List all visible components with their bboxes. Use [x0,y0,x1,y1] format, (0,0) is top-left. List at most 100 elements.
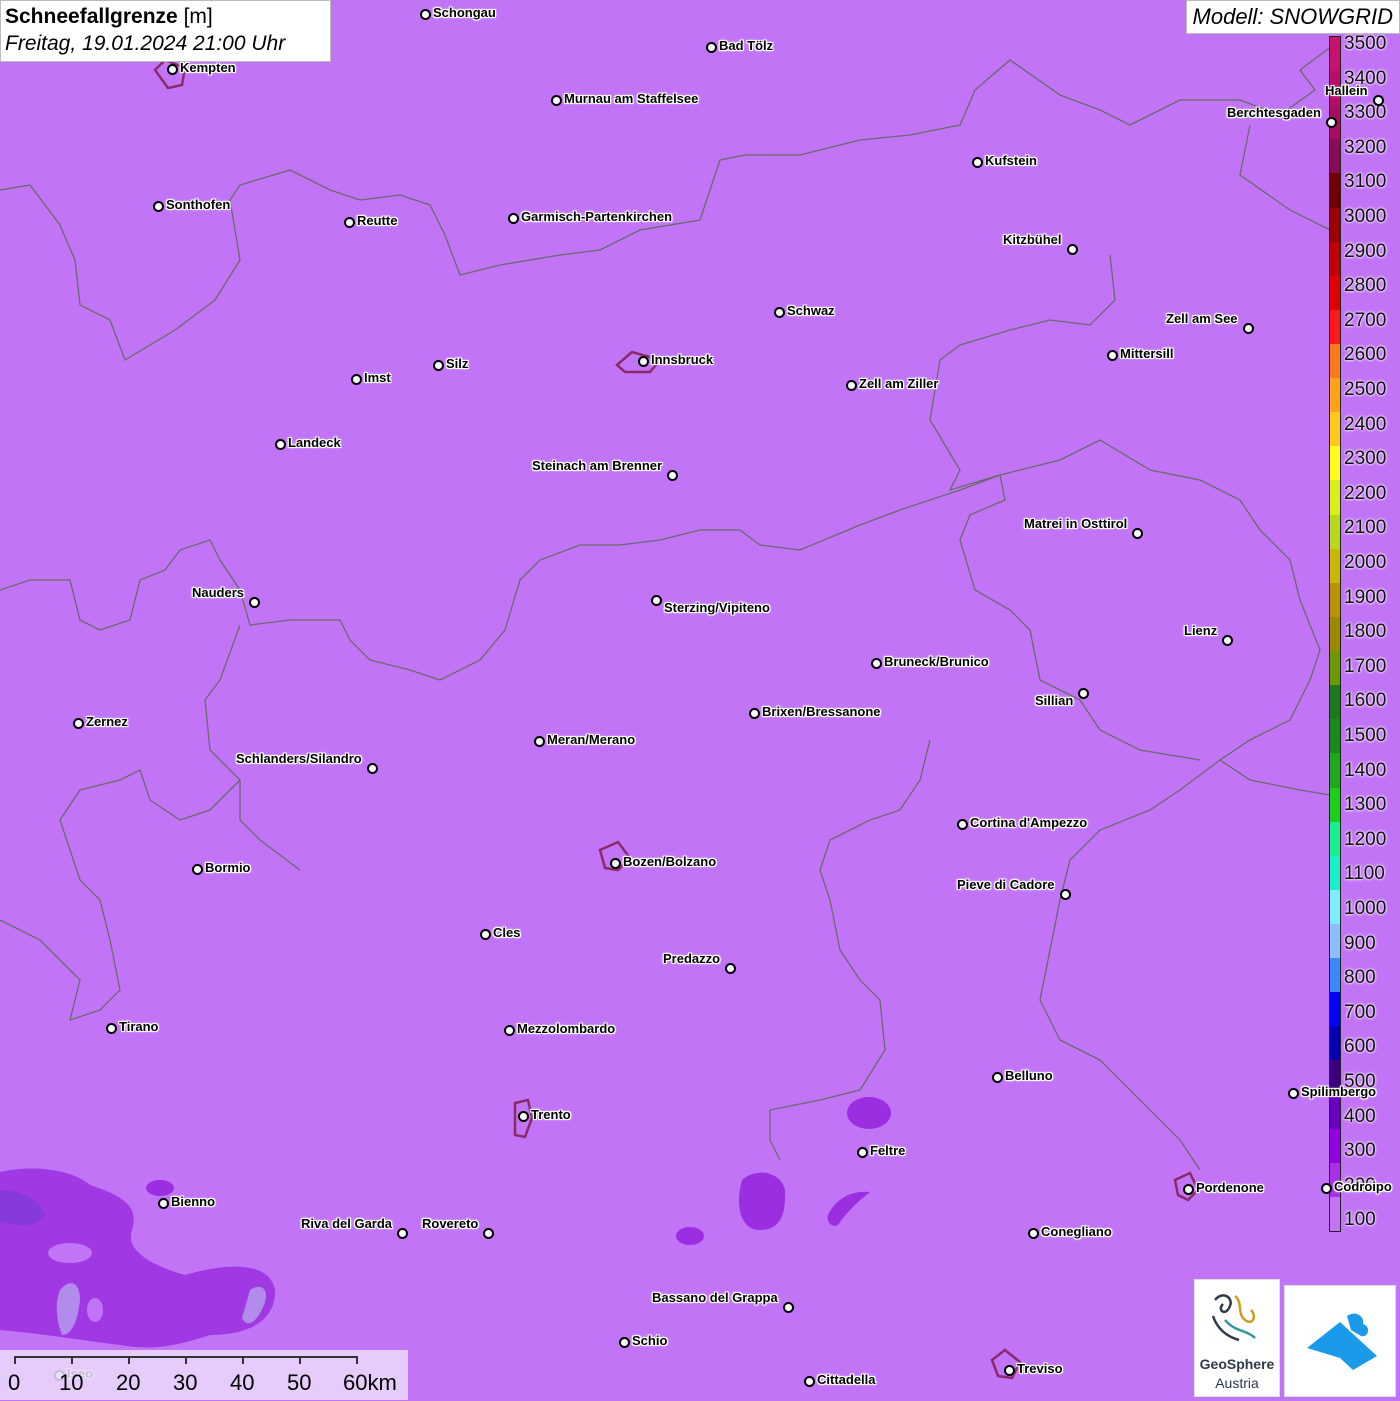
city-label: Steinach am Brenner [532,458,663,473]
legend-color-segment [1330,207,1340,243]
city-label: Bassano del Grappa [652,1290,778,1305]
city-label: Feltre [870,1143,906,1158]
city-dot [518,1111,529,1122]
legend-color-segment [1330,1094,1340,1130]
geosphere-logo[interactable]: GeoSphere Austria [1194,1279,1280,1397]
scale-label: 20 [116,1370,141,1395]
city-dot [957,819,968,830]
city-label: Kitzbühel [1003,232,1062,247]
legend-label: 700 [1344,1001,1376,1023]
city-dot [106,1023,117,1034]
legend-label: 2700 [1344,309,1387,331]
city-label: Schlanders/Silandro [236,751,362,766]
legend-label: 800 [1344,967,1376,989]
partner-logo[interactable] [1284,1285,1396,1397]
city-dot [351,374,362,385]
city-label: Mezzolombardo [517,1021,616,1036]
map-datetime: Freitag, 19.01.2024 21:00 Uhr [5,32,286,55]
city-label: Meran/Merano [547,732,636,747]
legend-label: 1700 [1344,655,1387,677]
legend-label: 600 [1344,1036,1376,1058]
legend-label: 1500 [1344,725,1387,746]
geosphere-logo-line2: Austria [1215,1375,1259,1391]
legend-label: 2100 [1344,517,1387,539]
city-label: Lienz [1184,623,1218,638]
legend-color-segment [1330,446,1340,481]
title-variable: Schneefallgrenze [5,5,178,28]
legend-color-segment [1330,787,1340,823]
legend-label: 1900 [1344,586,1387,608]
city-label: Conegliano [1041,1224,1112,1239]
scale-label: 0 [8,1370,21,1395]
city-dot [192,864,203,875]
scale-tick [242,1356,244,1364]
city-label: Zell am Ziller [859,376,939,391]
city-dot [804,1376,815,1387]
legend-label: 3000 [1344,206,1387,227]
city-dot [1243,323,1254,334]
city-dot [619,1337,630,1348]
city-label: Zell am See [1166,311,1238,326]
city-label: Landeck [288,435,341,450]
legend-color-segment [1330,1026,1340,1061]
city-label: Imst [364,370,391,385]
legend-label: 2500 [1344,379,1387,400]
legend-color-segment [1330,37,1340,72]
legend-label: 3100 [1344,171,1387,193]
city-label: Bruneck/Brunico [884,654,989,669]
legend-color-segment [1330,1196,1340,1232]
legend-label: 3300 [1344,102,1387,124]
title-panel: Schneefallgrenze [m] Freitag, 19.01.2024… [0,0,331,62]
legend-label: 2800 [1344,275,1387,297]
legend-label: 2000 [1344,552,1387,573]
city-label: Cortina d'Ampezzo [970,815,1088,830]
city-label: Pordenone [1196,1180,1264,1195]
legend-color-segment [1330,173,1340,209]
snow-mountain-logo-icon [1307,1313,1377,1370]
city-label: Zernez [86,714,128,729]
scale-label: 60km [343,1370,397,1395]
city-label: Kufstein [985,153,1037,168]
legend-color-segment [1330,344,1340,379]
city-label: Sonthofen [166,197,231,212]
scale-tick [185,1356,187,1364]
city-dot [992,1072,1003,1083]
city-dot [706,42,717,53]
legend-color-segment [1330,241,1340,277]
city-label: Bormio [205,860,251,875]
city-dot [167,64,178,75]
city-label: Innsbruck [651,352,714,367]
city-label: Kempten [180,60,236,75]
legend-color-segment [1330,821,1340,857]
city-dot [1288,1088,1299,1099]
city-dot [1321,1183,1332,1194]
city-label: Hallein [1325,83,1368,98]
legend-color-segment [1330,1128,1340,1164]
legend-color-segment [1330,616,1340,652]
city-label: Belluno [1005,1068,1053,1083]
city-dot [344,217,355,228]
city-dot [397,1228,408,1239]
legend-label: 3200 [1344,136,1387,158]
city-label: Rovereto [422,1216,479,1231]
legend-color-segment [1330,753,1340,788]
city-label: Reutte [357,213,398,228]
scale-label: 40 [230,1370,255,1395]
city-dot [871,658,882,669]
scale-tick [128,1356,130,1364]
city-dot [667,470,678,481]
scale-tick [71,1356,73,1364]
legend-label: 2200 [1344,482,1387,504]
city-dot [1067,244,1078,255]
city-dot [774,307,785,318]
city-label: Cittadella [817,1372,876,1387]
legend-label: 1300 [1344,794,1387,816]
legend-color-segment [1330,923,1340,959]
city-label: Nauders [192,585,245,600]
model-label: Modell: SNOWGRID [1185,0,1400,34]
city-label: Schongau [433,5,496,20]
legend-color-segment [1330,651,1340,686]
city-label: Schwaz [787,303,835,318]
city-dot [846,380,857,391]
legend-label: 400 [1344,1105,1376,1127]
